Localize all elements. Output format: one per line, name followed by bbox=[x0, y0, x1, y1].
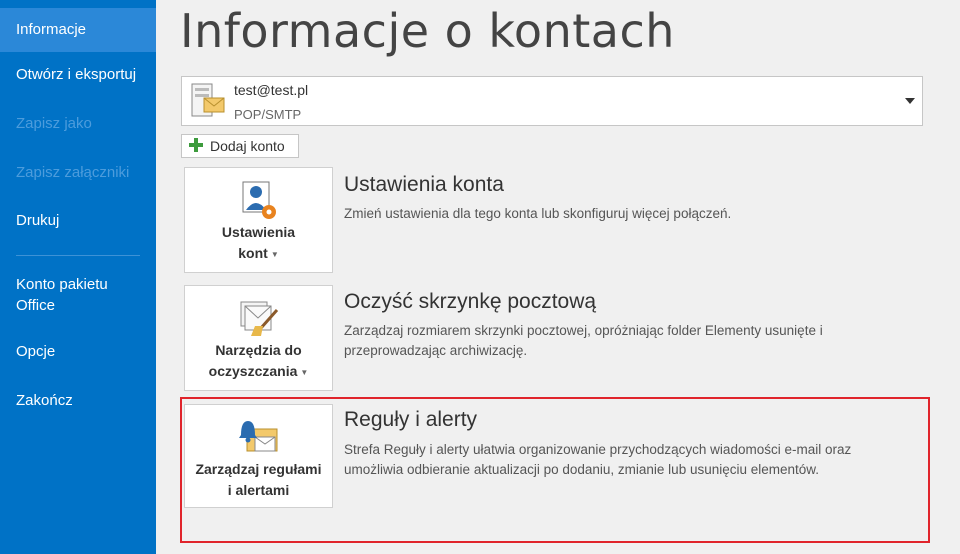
highlight-frame bbox=[180, 397, 930, 543]
nav-otworz-eksportuj[interactable]: Otwórz i eksportuj bbox=[0, 66, 156, 88]
plus-icon bbox=[189, 138, 203, 152]
section-title-account-settings: Ustawienia konta bbox=[344, 173, 504, 196]
nav-konto-pakietu-office[interactable]: Konto pakietu Office bbox=[0, 274, 156, 318]
account-selector[interactable]: test@test.pl POP/SMTP bbox=[181, 76, 923, 126]
section-desc-account-settings: Zmień ustawienia dla tego konta lub skon… bbox=[344, 206, 732, 221]
nav-drukuj[interactable]: Drukuj bbox=[0, 212, 156, 234]
section-desc-cleanup: Zarządzaj rozmiarem skrzynki pocztowej, … bbox=[344, 323, 823, 358]
mailbox-icon bbox=[191, 83, 225, 117]
tile-label-line1: Narzędzia do bbox=[215, 342, 302, 358]
nav-divider bbox=[16, 255, 140, 256]
account-settings-tile[interactable]: Ustawienia kont ▼ bbox=[184, 167, 333, 273]
add-account-label: Dodaj konto bbox=[210, 138, 285, 154]
tile-label-line2: oczyszczania ▼ bbox=[208, 363, 309, 379]
chevron-down-icon[interactable] bbox=[905, 98, 915, 104]
account-type: POP/SMTP bbox=[234, 107, 302, 122]
cleanup-tools-tile[interactable]: Narzędzia do oczyszczania ▼ bbox=[184, 285, 333, 391]
nav-zapisz-zalaczniki: Zapisz załączniki bbox=[16, 164, 130, 181]
tile-label-line1: Ustawienia bbox=[221, 224, 296, 240]
backstage-sidebar: Informacje Otwórz i eksportuj Zapisz jak… bbox=[0, 0, 156, 554]
add-account-button[interactable]: Dodaj konto bbox=[181, 134, 299, 158]
account-email: test@test.pl bbox=[234, 82, 309, 98]
dropdown-arrow-icon: ▼ bbox=[270, 249, 279, 259]
nav-informacje[interactable]: Informacje bbox=[0, 8, 156, 52]
cleanup-tools-icon bbox=[240, 301, 278, 336]
account-settings-icon bbox=[242, 181, 276, 219]
nav-opcje[interactable]: Opcje bbox=[0, 343, 156, 365]
section-title-cleanup: Oczyść skrzynkę pocztową bbox=[344, 290, 597, 313]
tile-label-line2: kont ▼ bbox=[238, 245, 279, 261]
nav-zapisz-jako: Zapisz jako bbox=[16, 115, 92, 132]
nav-zakoncz[interactable]: Zakończ bbox=[0, 392, 156, 414]
dropdown-arrow-icon: ▼ bbox=[300, 367, 309, 377]
page-title: Informacje o kontach bbox=[180, 4, 675, 58]
